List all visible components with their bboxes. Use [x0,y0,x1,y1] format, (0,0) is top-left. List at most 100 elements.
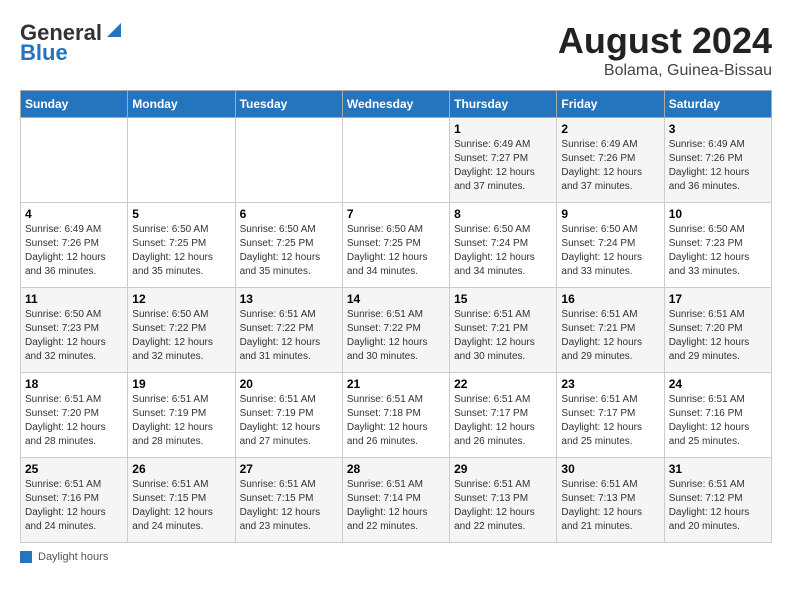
day-info: Sunrise: 6:50 AMSunset: 7:23 PMDaylight:… [25,308,123,364]
calendar-cell: 30 Sunrise: 6:51 AMSunset: 7:13 PMDayligh… [557,458,664,543]
calendar-table: SundayMondayTuesdayWednesdayThursdayFrid… [20,90,772,543]
day-number: 27 [240,462,338,476]
calendar-cell: 16 Sunrise: 6:51 AMSunset: 7:21 PMDayligh… [557,288,664,373]
day-number: 25 [25,462,123,476]
page-subtitle: Bolama, Guinea-Bissau [558,62,772,80]
day-number: 4 [25,207,123,221]
calendar-cell [21,118,128,203]
day-number: 28 [347,462,445,476]
calendar-cell: 18Sunrise: 6:51 AMSunset: 7:20 PMDayligh… [21,373,128,458]
day-info: Sunrise: 6:51 AMSunset: 7:21 PMDaylight:… [561,308,659,364]
day-number: 15 [454,292,552,306]
weekday-header: Monday [128,91,235,118]
calendar-cell: 24 Sunrise: 6:51 AMSunset: 7:16 PMDayligh… [664,373,771,458]
calendar-cell: 5 Sunrise: 6:50 AMSunset: 7:25 PMDaylight… [128,203,235,288]
day-info: Sunrise: 6:51 AMSunset: 7:17 PMDaylight:… [454,393,552,449]
day-info: Sunrise: 6:50 AMSunset: 7:24 PMDaylight:… [561,223,659,279]
calendar-cell: 7 Sunrise: 6:50 AMSunset: 7:25 PMDaylight… [342,203,449,288]
day-number: 17 [669,292,767,306]
day-info: Sunrise: 6:51 AMSunset: 7:19 PMDaylight:… [132,393,230,449]
day-number: 22 [454,377,552,391]
calendar-cell: 12 Sunrise: 6:50 AMSunset: 7:22 PMDayligh… [128,288,235,373]
day-info: Sunrise: 6:51 AMSunset: 7:13 PMDaylight:… [454,478,552,534]
day-number: 14 [347,292,445,306]
day-number: 9 [561,207,659,221]
day-info: Sunrise: 6:50 AMSunset: 7:25 PMDaylight:… [132,223,230,279]
title-block: August 2024 Bolama, Guinea-Bissau [558,20,772,80]
weekday-header: Wednesday [342,91,449,118]
weekday-header: Saturday [664,91,771,118]
calendar-cell: 21Sunrise: 6:51 AMSunset: 7:18 PMDayligh… [342,373,449,458]
day-number: 5 [132,207,230,221]
day-number: 1 [454,122,552,136]
calendar-cell: 31Sunrise: 6:51 AMSunset: 7:12 PMDayligh… [664,458,771,543]
day-info: Sunrise: 6:51 AMSunset: 7:13 PMDaylight:… [561,478,659,534]
calendar-cell [128,118,235,203]
calendar-cell: 11 Sunrise: 6:50 AMSunset: 7:23 PMDayligh… [21,288,128,373]
calendar-cell: 27 Sunrise: 6:51 AMSunset: 7:15 PMDayligh… [235,458,342,543]
day-number: 19 [132,377,230,391]
day-number: 8 [454,207,552,221]
day-info: Sunrise: 6:51 AMSunset: 7:16 PMDaylight:… [25,478,123,534]
day-number: 26 [132,462,230,476]
footer: Daylight hours [20,551,772,563]
day-number: 3 [669,122,767,136]
calendar-cell: 6 Sunrise: 6:50 AMSunset: 7:25 PMDaylight… [235,203,342,288]
day-number: 13 [240,292,338,306]
day-info: Sunrise: 6:51 AMSunset: 7:19 PMDaylight:… [240,393,338,449]
day-number: 16 [561,292,659,306]
day-info: Sunrise: 6:51 AMSunset: 7:20 PMDaylight:… [669,308,767,364]
day-info: Sunrise: 6:51 AMSunset: 7:22 PMDaylight:… [347,308,445,364]
calendar-cell: 23Sunrise: 6:51 AMSunset: 7:17 PMDayligh… [557,373,664,458]
weekday-header: Tuesday [235,91,342,118]
calendar-cell [342,118,449,203]
calendar-cell: 19 Sunrise: 6:51 AMSunset: 7:19 PMDayligh… [128,373,235,458]
calendar-cell: 28Sunrise: 6:51 AMSunset: 7:14 PMDayligh… [342,458,449,543]
day-number: 30 [561,462,659,476]
day-number: 12 [132,292,230,306]
day-info: Sunrise: 6:49 AMSunset: 7:26 PMDaylight:… [25,223,123,279]
calendar-cell: 13 Sunrise: 6:51 AMSunset: 7:22 PMDayligh… [235,288,342,373]
day-number: 6 [240,207,338,221]
day-info: Sunrise: 6:51 AMSunset: 7:15 PMDaylight:… [132,478,230,534]
logo-blue: Blue [20,40,68,66]
weekday-header: Friday [557,91,664,118]
day-number: 7 [347,207,445,221]
calendar-header: SundayMondayTuesdayWednesdayThursdayFrid… [21,91,772,118]
day-number: 2 [561,122,659,136]
calendar-cell: 3 Sunrise: 6:49 AMSunset: 7:26 PMDaylight… [664,118,771,203]
daylight-dot [20,551,32,563]
calendar-cell: 25 Sunrise: 6:51 AMSunset: 7:16 PMDayligh… [21,458,128,543]
logo: General Blue [20,20,121,66]
calendar-cell: 10 Sunrise: 6:50 AMSunset: 7:23 PMDayligh… [664,203,771,288]
day-number: 24 [669,377,767,391]
day-number: 29 [454,462,552,476]
day-info: Sunrise: 6:51 AMSunset: 7:21 PMDaylight:… [454,308,552,364]
day-info: Sunrise: 6:50 AMSunset: 7:25 PMDaylight:… [240,223,338,279]
calendar-cell: 9 Sunrise: 6:50 AMSunset: 7:24 PMDaylight… [557,203,664,288]
day-info: Sunrise: 6:50 AMSunset: 7:22 PMDaylight:… [132,308,230,364]
weekday-header: Thursday [450,91,557,118]
day-number: 11 [25,292,123,306]
day-info: Sunrise: 6:51 AMSunset: 7:16 PMDaylight:… [669,393,767,449]
calendar-cell: 14 Sunrise: 6:51 AMSunset: 7:22 PMDayligh… [342,288,449,373]
day-number: 20 [240,377,338,391]
day-info: Sunrise: 6:51 AMSunset: 7:17 PMDaylight:… [561,393,659,449]
day-info: Sunrise: 6:49 AMSunset: 7:26 PMDaylight:… [669,138,767,194]
day-info: Sunrise: 6:51 AMSunset: 7:15 PMDaylight:… [240,478,338,534]
day-number: 31 [669,462,767,476]
day-info: Sunrise: 6:49 AMSunset: 7:26 PMDaylight:… [561,138,659,194]
calendar-cell: 2 Sunrise: 6:49 AMSunset: 7:26 PMDaylight… [557,118,664,203]
calendar-cell: 22 Sunrise: 6:51 AMSunset: 7:17 PMDayligh… [450,373,557,458]
footer-label: Daylight hours [38,551,108,563]
calendar-cell: 15 Sunrise: 6:51 AMSunset: 7:21 PMDayligh… [450,288,557,373]
day-number: 10 [669,207,767,221]
page-title: August 2024 [558,20,772,62]
day-info: Sunrise: 6:50 AMSunset: 7:24 PMDaylight:… [454,223,552,279]
calendar-cell: 20 Sunrise: 6:51 AMSunset: 7:19 PMDayligh… [235,373,342,458]
day-info: Sunrise: 6:51 AMSunset: 7:22 PMDaylight:… [240,308,338,364]
day-info: Sunrise: 6:51 AMSunset: 7:20 PMDaylight:… [25,393,123,449]
day-info: Sunrise: 6:50 AMSunset: 7:23 PMDaylight:… [669,223,767,279]
day-info: Sunrise: 6:50 AMSunset: 7:25 PMDaylight:… [347,223,445,279]
day-info: Sunrise: 6:49 AMSunset: 7:27 PMDaylight:… [454,138,552,194]
